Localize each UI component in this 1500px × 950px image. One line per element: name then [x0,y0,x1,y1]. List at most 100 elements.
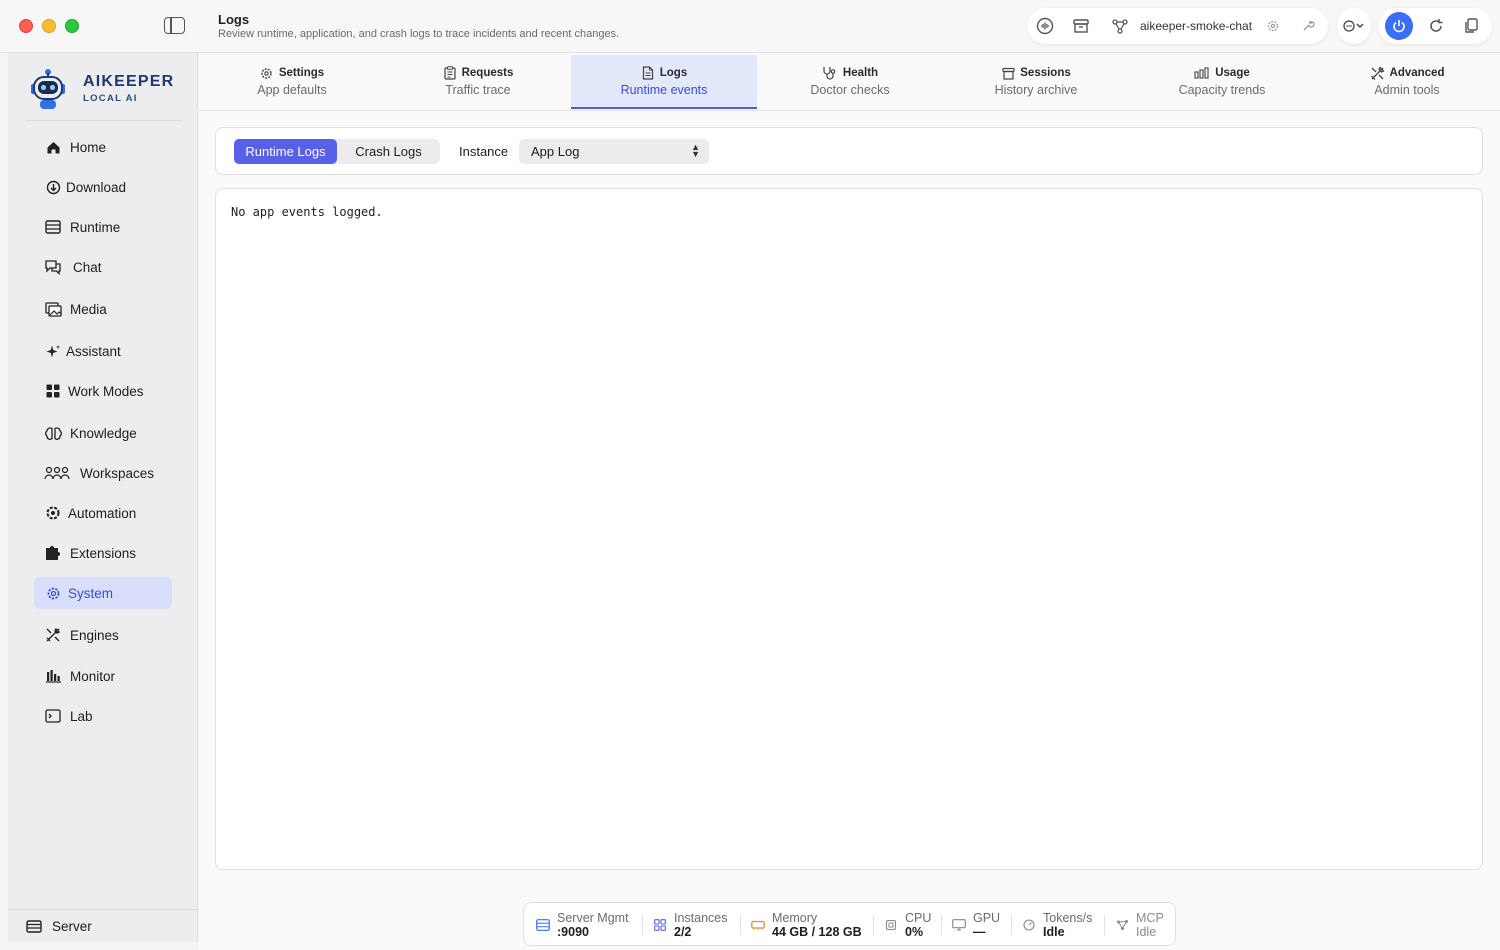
sidebar-item-knowledge[interactable]: Knowledge [34,417,172,449]
server-label: Server [52,918,92,934]
main-content: Settings App defaults Requests Traffic t… [199,53,1500,950]
sidebar-toggle-icon[interactable] [164,17,185,34]
status-gpu[interactable]: GPU — [952,903,1000,947]
tab-sessions[interactable]: Sessions History archive [943,55,1129,109]
status-value: Idle [1043,924,1065,939]
page-title: Logs [218,12,250,27]
status-bar: Server Mgmt:9090 Instances 2/2 Memory 44 G… [523,902,1176,946]
action-toolbar [1378,8,1492,44]
tab-logs[interactable]: Logs Runtime events [571,55,757,109]
sidebar-item-label: Work Modes [68,383,144,399]
status-label: Tokens/s [1043,910,1093,925]
close-window-button[interactable] [19,19,33,33]
sidebar-item-engines[interactable]: Engines [34,619,172,651]
power-icon[interactable] [1385,12,1413,40]
monitor-icon [952,918,966,932]
status-instances[interactable]: Instances 2/2 [653,903,728,947]
tab-label: Settings [278,67,325,79]
status-label: Server Mgmt [557,910,629,925]
status-server-mgmt[interactable]: Server Mgmt:9090 [536,903,629,947]
sidebar-item-media[interactable]: Media [34,293,172,325]
tab-sublabel: App defaults [257,83,327,97]
chevron-updown-icon: ▲ ▼ [691,142,700,159]
automation-icon [44,504,62,522]
tab-sublabel: History archive [994,83,1078,97]
tab-sublabel: Traffic trace [445,83,511,97]
tab-health[interactable]: Health Doctor checks [757,55,943,109]
sidebar-item-label: Workspaces [80,465,155,481]
sidebar-item-label: Assistant [66,343,121,359]
gauge-icon [1022,918,1036,932]
tab-label: Sessions [1020,67,1071,79]
tab-label: Logs [659,67,688,79]
tools-icon [1370,65,1385,80]
status-value: Idle [1136,924,1157,939]
instance-name[interactable]: aikeeper-smoke-chat [1140,19,1252,33]
divider [941,915,942,935]
instance-select[interactable]: App Log ▲ ▼ [519,139,709,164]
sidebar-item-runtime[interactable]: Runtime [34,211,172,243]
sidebar-item-automation[interactable]: Automation [34,497,172,529]
tab-advanced[interactable]: Advanced Admin tools [1314,55,1500,109]
stethoscope-icon [822,66,838,80]
waveform-icon[interactable] [1036,17,1054,35]
instance-settings-icon[interactable] [1264,17,1282,35]
log-type-segmented-control: Runtime Logs Crash Logs [234,139,440,164]
status-label: GPU [973,910,1001,925]
status-label: Memory [772,910,818,925]
chart-icon [1194,66,1210,80]
sidebar-item-lab[interactable]: Lab [34,700,172,732]
sidebar-item-system[interactable]: System [34,577,172,609]
copy-icon[interactable] [1462,17,1480,35]
tab-requests[interactable]: Requests Traffic trace [385,55,571,109]
tab-bar: Settings App defaults Requests Traffic t… [199,53,1500,111]
refresh-icon[interactable] [1427,17,1445,35]
sidebar-item-monitor[interactable]: Monitor [34,660,172,692]
grid-icon [44,382,62,400]
status-tokens[interactable]: Tokens/s Idle [1022,903,1092,947]
server-status-row[interactable]: Server [8,909,198,942]
gear-icon [44,584,62,602]
nodes-icon[interactable] [1111,17,1129,35]
status-label: MCP [1136,910,1164,925]
sidebar-item-label: Download [66,179,127,195]
more-menu-button[interactable] [1337,8,1371,44]
gear-icon [260,66,274,80]
runtime-icon [44,218,62,236]
divider [1011,915,1012,935]
tab-settings[interactable]: Settings App defaults [199,55,385,109]
status-label: CPU [905,910,932,925]
zoom-window-button[interactable] [65,19,79,33]
sidebar-item-workspaces[interactable]: Workspaces [34,457,172,489]
sidebar-item-label: Chat [73,259,102,275]
minimize-window-button[interactable] [42,19,56,33]
sidebar-item-home[interactable]: Home [34,131,172,163]
status-memory[interactable]: Memory 44 GB / 128 GB [751,903,862,947]
runtime-logs-segment[interactable]: Runtime Logs [234,139,337,164]
wrench-icon[interactable] [1299,17,1317,35]
sidebar-item-label: Knowledge [70,425,137,441]
status-mcp[interactable]: MCP Idle [1115,903,1164,947]
archive-icon[interactable] [1072,17,1090,35]
divider [873,915,874,935]
log-empty-message: No app events logged. [231,205,383,219]
server-icon [536,918,550,932]
status-cpu[interactable]: CPU 0% [884,903,931,947]
tab-label: Requests [461,67,514,79]
puzzle-icon [44,544,62,562]
status-value: 0% [905,924,924,939]
tab-usage[interactable]: Usage Capacity trends [1129,55,1315,109]
sidebar-item-label: Extensions [70,545,137,561]
brand-subtitle: LOCAL AI [83,93,138,104]
log-output-panel[interactable]: No app events logged. [215,188,1483,870]
divider [740,915,741,935]
sidebar-item-assistant[interactable]: Assistant [34,335,172,367]
sidebar-item-chat[interactable]: Chat [34,251,172,283]
sidebar-item-work-modes[interactable]: Work Modes [34,375,172,407]
brand-name: AIKEEPER [83,73,175,90]
crash-logs-segment[interactable]: Crash Logs [337,139,440,164]
tab-label: Health [842,67,879,79]
sidebar-item-label: Monitor [70,668,116,684]
sidebar-item-download[interactable]: Download [34,171,172,203]
sidebar-item-extensions[interactable]: Extensions [34,537,172,569]
